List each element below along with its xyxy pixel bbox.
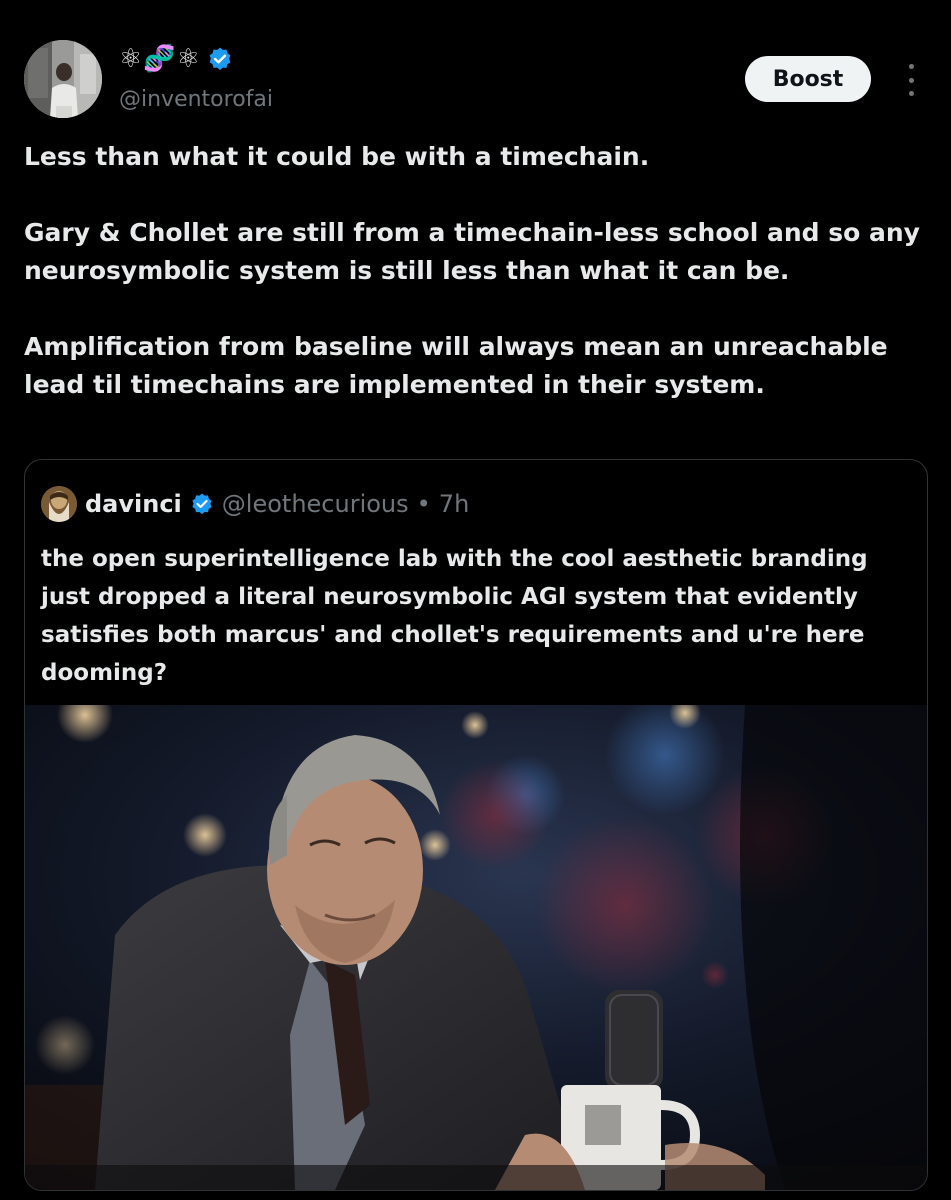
quoted-post-text: the open superintelligence lab with the … xyxy=(41,546,868,686)
author-handle[interactable]: @inventorofai xyxy=(119,86,273,114)
quoted-post-media[interactable] xyxy=(25,687,927,1190)
quoted-post-card[interactable]: davinci @leothecurious • 7h the open sup… xyxy=(24,459,928,1191)
boost-button[interactable]: Boost xyxy=(745,56,871,102)
painting-portrait-icon xyxy=(41,486,77,522)
quoted-post-header: davinci @leothecurious • 7h xyxy=(41,486,469,522)
quoted-author-name[interactable]: davinci xyxy=(85,490,182,518)
separator-dot: • xyxy=(416,490,431,518)
more-vertical-icon[interactable] xyxy=(898,64,924,96)
author-avatar[interactable] xyxy=(24,40,102,118)
verified-badge-icon xyxy=(192,493,212,515)
quoted-post-time[interactable]: 7h xyxy=(439,490,469,518)
person-photo-icon xyxy=(24,40,102,118)
photo-older-man-at-microphone-icon xyxy=(25,687,927,1190)
post-paragraph: Amplification from baseline will always … xyxy=(24,332,888,399)
author-display-name: ⚛︎🧬⚛︎ xyxy=(119,44,201,74)
more-dot xyxy=(908,64,914,69)
more-dot xyxy=(908,91,914,96)
post: ⚛︎🧬⚛︎ @inventorofai Boost Less than what… xyxy=(0,0,951,1200)
author-display-name-row[interactable]: ⚛︎🧬⚛︎ xyxy=(119,44,233,74)
verified-badge-icon xyxy=(209,47,231,70)
quoted-author-handle[interactable]: @leothecurious xyxy=(222,490,409,518)
quoted-author-avatar[interactable] xyxy=(41,486,77,522)
post-text: Less than what it could be with a timech… xyxy=(24,138,924,404)
post-paragraph: Less than what it could be with a timech… xyxy=(24,142,650,171)
post-paragraph: Gary & Chollet are still from a timechai… xyxy=(24,218,920,285)
more-dot xyxy=(908,77,914,83)
